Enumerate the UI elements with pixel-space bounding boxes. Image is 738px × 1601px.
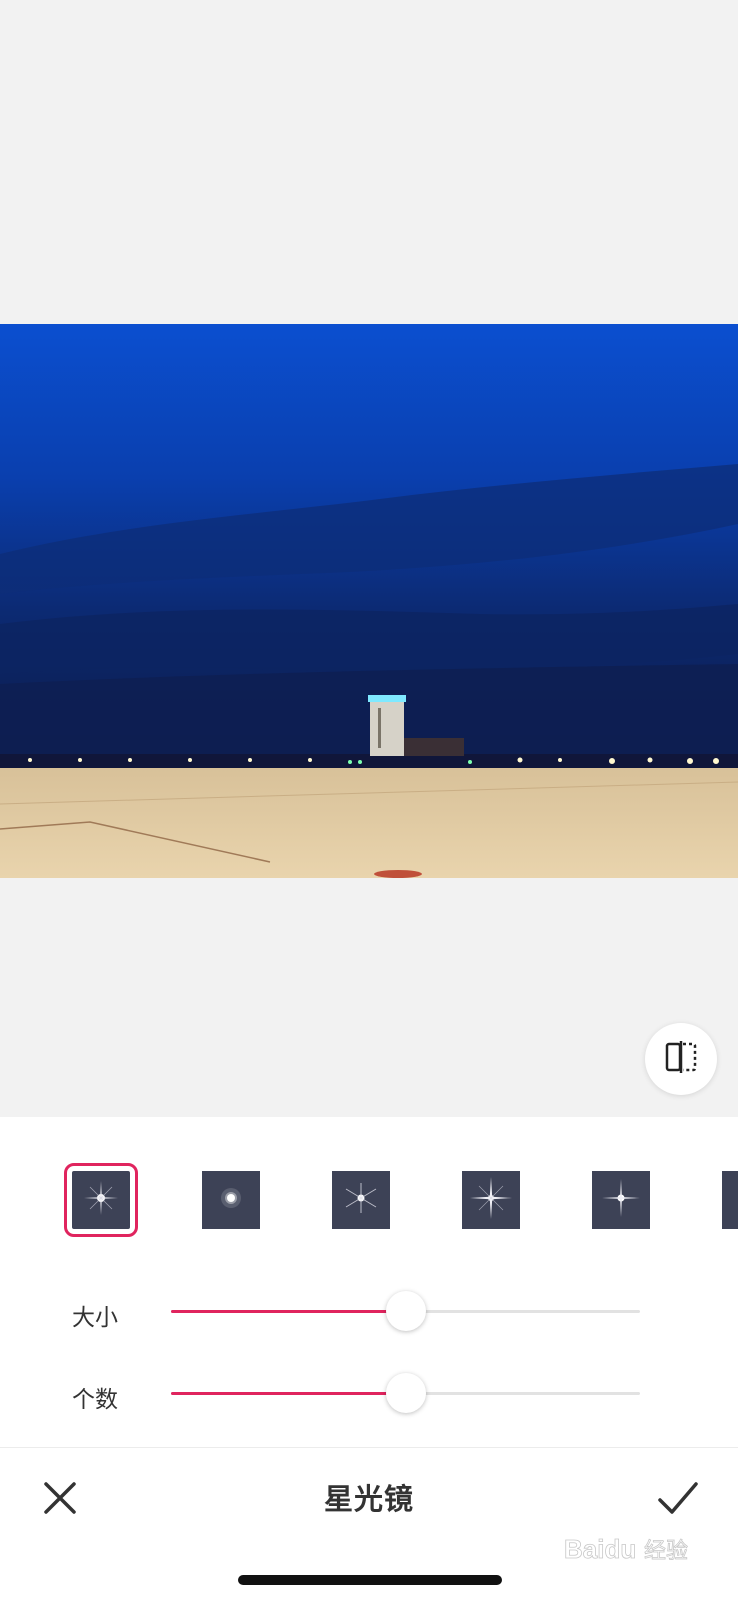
tool-title: 星光镜 [323,1484,414,1516]
svg-text:经验: 经验 [644,1539,688,1564]
star-filter-cross-icon [462,1169,520,1232]
size-slider-thumb[interactable] [385,1291,426,1331]
filter-option-star-glow[interactable] [202,1171,260,1229]
checkmark-icon [654,1482,702,1526]
star-filter-glow-icon [202,1169,260,1232]
baidu-jingyan-watermark-logo: Baidu 经验 [562,1528,710,1568]
photo-preview [0,324,738,878]
star-filter-panel: 大小 个数 [0,1117,738,1447]
size-slider[interactable] [171,1291,640,1331]
compare-split-icon [663,1039,699,1080]
star-filter-4point-icon [72,1169,130,1232]
star-filter-6point-icon [332,1169,390,1232]
size-slider-fill [171,1310,406,1313]
confirm-button[interactable] [654,1474,702,1522]
filter-strip[interactable] [0,1117,738,1287]
size-slider-row: 大小 [0,1286,738,1336]
night-airport-photo [0,324,738,878]
compare-button[interactable] [645,1023,717,1095]
count-slider-fill [171,1392,406,1395]
count-slider[interactable] [171,1373,640,1413]
count-label: 个数 [72,1386,118,1412]
svg-text:Baidu: Baidu [564,1534,636,1564]
count-slider-row: 个数 [0,1368,738,1418]
filter-option-star-8point[interactable] [592,1171,650,1229]
star-filter-8point-icon [592,1169,650,1232]
home-indicator [238,1575,502,1585]
size-label: 大小 [72,1304,118,1330]
filter-option-star-6point[interactable] [332,1171,390,1229]
filter-option-star-partial[interactable] [722,1171,738,1229]
filter-option-star-cross[interactable] [462,1171,520,1229]
filter-option-star-4point[interactable] [64,1163,138,1237]
count-slider-thumb[interactable] [385,1373,426,1413]
